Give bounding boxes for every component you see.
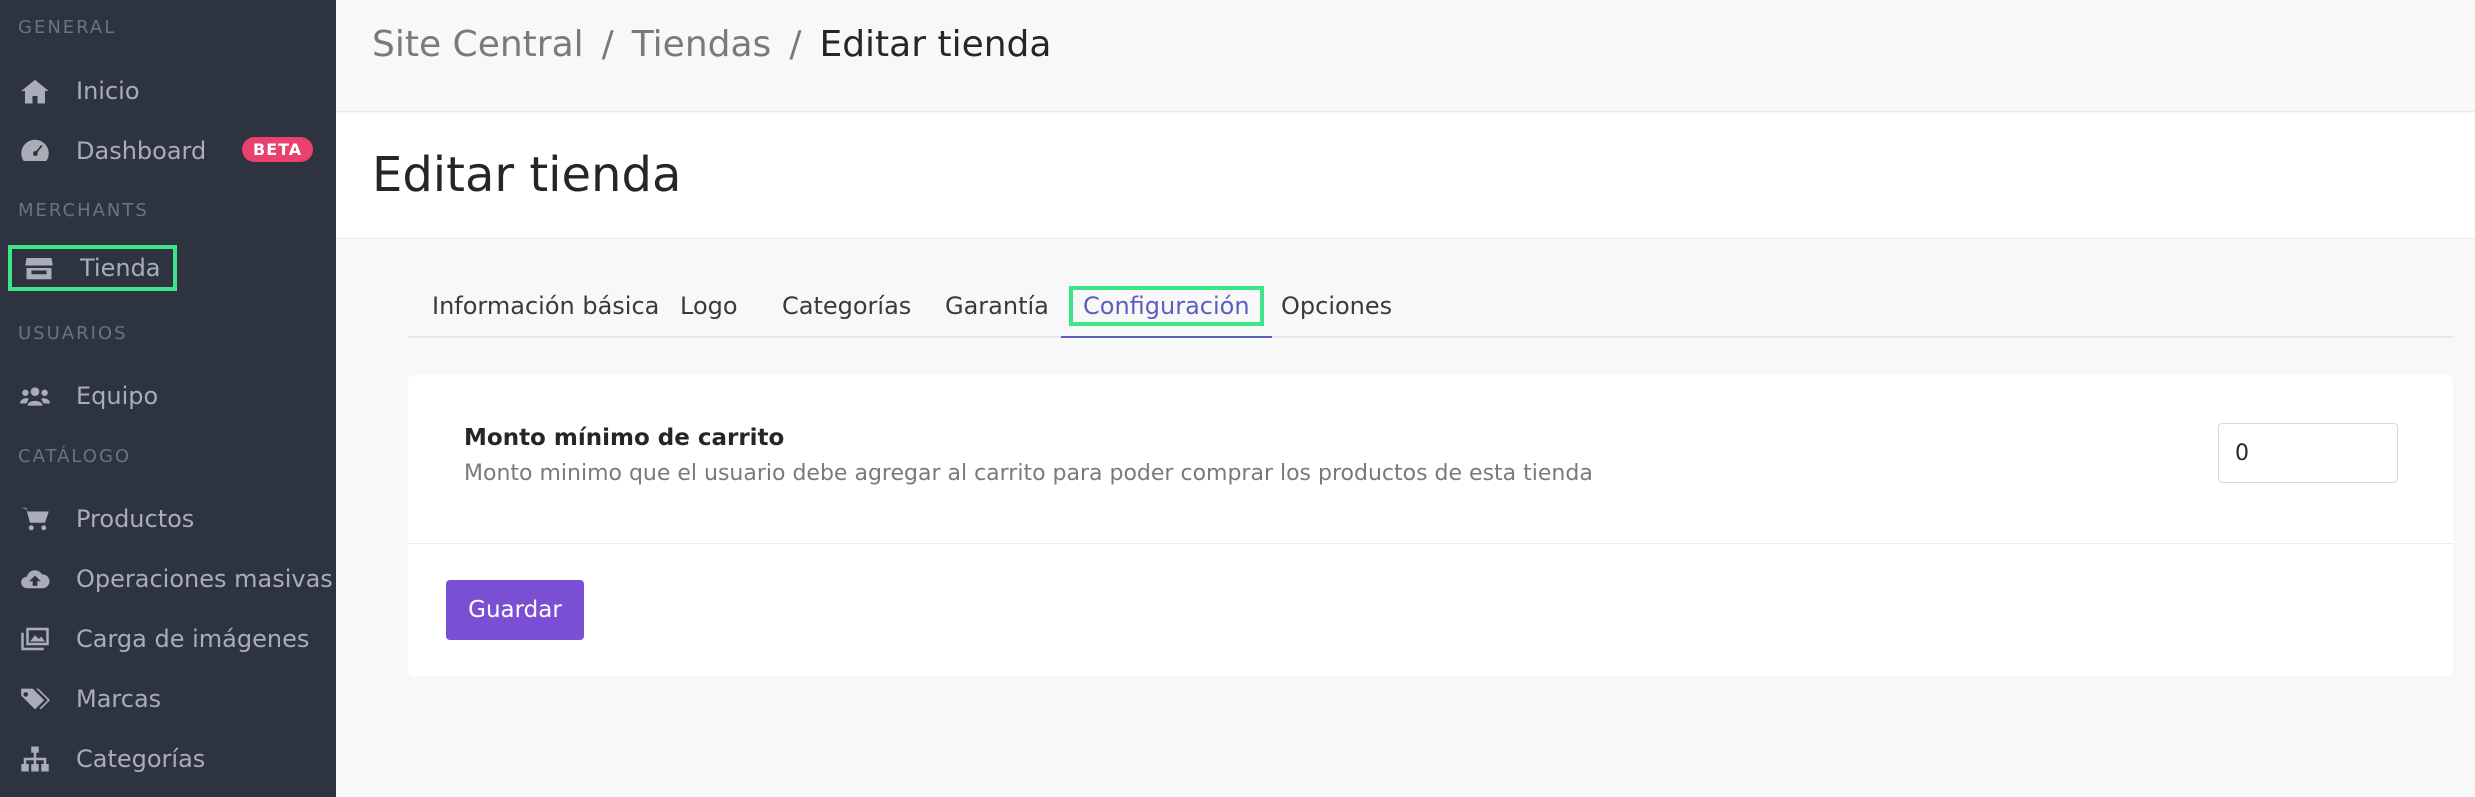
sidebar-item-label: Inicio	[76, 77, 140, 105]
sidebar-item-label: Productos	[76, 505, 195, 533]
breadcrumb-tiendas[interactable]: Tiendas	[632, 24, 772, 65]
sidebar-item-productos[interactable]: Productos	[8, 496, 194, 542]
sidebar-item-tienda[interactable]: Tienda	[8, 245, 177, 291]
sidebar-item-operaciones-masivas[interactable]: Operaciones masivas	[8, 556, 333, 602]
tab-opciones[interactable]: Opciones	[1281, 280, 1392, 338]
sidebar-item-carga-imagenes[interactable]: Carga de imágenes	[8, 616, 309, 662]
tab-logo[interactable]: Logo	[680, 280, 738, 338]
section-label-general: GENERAL	[18, 17, 117, 38]
breadcrumb-current: Editar tienda	[819, 24, 1052, 65]
store-icon	[22, 254, 56, 282]
dashboard-icon	[18, 137, 52, 165]
section-label-catalogo: CATÁLOGO	[18, 446, 132, 467]
sidebar: GENERAL Inicio Dashboard BETA MERCHANTS …	[0, 0, 336, 797]
team-icon	[18, 382, 52, 410]
breadcrumb-separator: /	[789, 24, 802, 65]
topbar: Site Central / Tiendas / Editar tienda	[336, 0, 2475, 112]
sidebar-item-marcas[interactable]: Marcas	[8, 676, 161, 722]
sidebar-item-categorias[interactable]: Categorías	[8, 736, 205, 782]
sidebar-item-label: Carga de imágenes	[76, 625, 310, 653]
sidebar-item-inicio[interactable]: Inicio	[8, 68, 140, 114]
tab-bar: Información básica Logo Categorías Garan…	[408, 280, 2453, 338]
tab-configuracion[interactable]: Configuración	[1061, 280, 1272, 338]
home-icon	[18, 77, 52, 105]
title-band: Editar tienda	[336, 113, 2475, 239]
min-cart-input[interactable]	[2218, 423, 2398, 483]
sidebar-item-label: Tienda	[80, 254, 161, 282]
sidebar-item-label: Categorías	[76, 745, 206, 773]
breadcrumb: Site Central / Tiendas / Editar tienda	[372, 24, 1051, 65]
sidebar-item-dashboard[interactable]: Dashboard	[8, 128, 206, 174]
breadcrumb-site-central[interactable]: Site Central	[372, 24, 584, 65]
breadcrumb-separator: /	[601, 24, 614, 65]
sidebar-item-label: Dashboard	[76, 137, 207, 165]
tab-label: Garantía	[945, 292, 1049, 320]
tab-categorias[interactable]: Categorías	[782, 280, 911, 338]
setting-title: Monto mínimo de carrito	[464, 425, 785, 451]
tab-garantia[interactable]: Garantía	[945, 280, 1049, 338]
tab-informacion-basica[interactable]: Información básica	[432, 280, 659, 338]
page-title: Editar tienda	[372, 147, 682, 203]
tab-label: Logo	[680, 292, 738, 320]
tags-icon	[18, 685, 52, 713]
tab-label: Categorías	[782, 292, 912, 320]
sidebar-item-label: Equipo	[76, 382, 159, 410]
save-button[interactable]: Guardar	[446, 580, 584, 640]
cart-icon	[18, 505, 52, 533]
settings-card: Monto mínimo de carrito Monto minimo que…	[408, 375, 2453, 676]
sidebar-item-label: Operaciones masivas	[76, 565, 333, 593]
section-label-merchants: MERCHANTS	[18, 200, 149, 221]
sidebar-item-label: Marcas	[76, 685, 162, 713]
cloud-upload-icon	[18, 565, 52, 593]
sidebar-item-equipo[interactable]: Equipo	[8, 373, 158, 419]
tab-label: Información básica	[432, 292, 660, 320]
tab-label: Configuración	[1069, 286, 1264, 326]
tab-label: Opciones	[1281, 292, 1393, 320]
setting-description: Monto minimo que el usuario debe agregar…	[464, 461, 1593, 486]
beta-badge: BETA	[242, 137, 314, 162]
sitemap-icon	[18, 745, 52, 773]
section-label-usuarios: USUARIOS	[18, 323, 128, 344]
images-icon	[18, 625, 52, 653]
card-divider	[408, 543, 2453, 544]
